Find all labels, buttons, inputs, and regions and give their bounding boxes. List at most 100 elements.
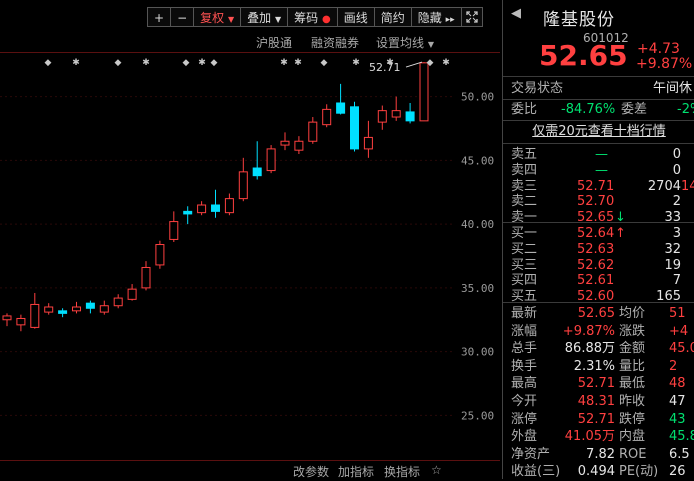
candle-body [58,310,68,314]
candle-body [44,306,54,313]
event-star-icon: ✱ [280,58,288,68]
stat-row: 净资产 7.82 ROE 6.5 [503,446,694,464]
y-tick-label: 50.00 [461,91,494,104]
candle-body [113,297,123,307]
stat-label: 涨跌 [619,323,646,339]
level2-upsell-link[interactable]: 仅需20元查看十档行情 [503,123,694,141]
weicha-value: -2% [677,102,694,117]
stat-value: 7.82 [586,446,615,462]
candle-body [169,221,179,240]
stat-value: 45.8 [669,429,694,445]
trade-status-row: 交易状态 午间休 [503,80,694,98]
stat-value: 41.05万 [564,429,615,445]
stat-value: 52.71 [577,411,615,427]
stat-label: 净资产 [511,446,551,462]
candle-body [72,306,81,312]
weibi-label: 委比 [511,102,538,117]
stat-label: PE(动) [619,464,659,480]
stat-label: 涨幅 [511,323,538,339]
bid-volume: 165 [656,289,681,305]
event-diamond-icon: ◆ [45,58,52,68]
candle-body [197,204,207,214]
candle-body [211,204,220,212]
divider [503,143,694,144]
candle-body [419,62,429,122]
divider [503,76,694,77]
trade-status-value: 午间休 [653,81,693,96]
stat-value: 47 [669,394,686,409]
switch-indicator-button[interactable]: 换指标 [384,463,420,480]
stat-row: 收益(三) 0.494 PE(动) 26 [503,463,694,481]
candle-body [377,110,387,123]
candle-body [16,317,26,326]
candle-body [99,305,109,313]
candle-body [30,303,40,328]
weibi-value: -84.76% [561,102,616,117]
stat-value: 52.71 [577,376,615,392]
favorite-icon[interactable]: ☆ [431,463,442,477]
candle-body [294,140,304,151]
candle-body [85,302,95,309]
kline-chart-area[interactable]: + − 复权 ▼ 叠加 ▼ 筹码 ● 画线 简约 隐藏 ▸▸ 沪股通 融资融券 … [0,0,500,479]
price-change: +4.73 [637,41,680,57]
event-diamond-icon: ◆ [211,58,218,68]
divider [503,302,694,303]
stat-label: 量比 [619,358,646,374]
event-star-icon: ✱ [352,58,360,68]
candle-body [155,244,165,266]
max-price-label: 52.71 [369,61,401,74]
weibi-row: 委比 -84.76% 委差 -2% [503,101,694,119]
stat-value: 51 [669,306,686,321]
price-change-pct: +9.87% [636,56,693,72]
candle-body [183,210,193,215]
event-star-icon: ✱ [72,58,80,68]
candle-body [280,140,290,146]
bid-price: 52.60 [577,289,615,305]
bid-row[interactable]: 买五 52.60 165 [503,288,694,306]
stat-value: 0.494 [577,464,615,480]
candle-body [350,106,359,150]
stat-label: 昨收 [619,394,646,409]
stat-label: 跌停 [619,411,646,427]
stat-row: 最新 52.65 均价 51 [503,305,694,323]
stat-row: 外盘 41.05万 内盘 45.8 [503,428,694,446]
stat-value: 86.88万 [564,341,615,357]
event-star-icon: ✱ [142,58,150,68]
stat-label: 收益(三) [511,464,561,480]
y-tick-label: 25.00 [461,409,494,422]
y-tick-label: 40.00 [461,218,494,231]
candle-body [141,266,151,289]
bid-level-label: 买五 [511,289,538,305]
candle-body [127,288,137,300]
edit-params-button[interactable]: 改参数 [293,463,329,480]
weicha-label: 委差 [621,102,648,117]
candle-body [252,167,262,177]
y-tick-label: 35.00 [461,282,494,295]
stat-row: 总手 86.88万 金额 45.0 [503,340,694,358]
stat-value: 48.31 [577,394,615,409]
divider [503,120,694,121]
stat-value: 2 [669,358,678,374]
stat-label: 外盘 [511,429,538,445]
stat-value: +4 [669,323,689,339]
stat-label: 换手 [511,358,538,374]
candle-body [266,148,276,172]
divider [503,222,694,223]
event-star-icon: ✱ [294,58,302,68]
y-tick-label: 30.00 [461,346,494,359]
trade-status-label: 交易状态 [511,81,564,96]
event-star-icon: ✱ [442,58,450,68]
candlestick-plot[interactable]: 50.00 45.00 40.00 35.00 30.00 25.00 52.71 ◆ ✱ ◆ ✱ ◆… [0,0,500,479]
stat-label: 最新 [511,306,538,321]
stat-label: 均价 [619,306,646,321]
divider [503,99,694,100]
stat-row: 今开 48.31 昨收 47 [503,393,694,411]
collapse-panel-icon[interactable]: ◀ [511,6,521,21]
stat-row: 涨停 52.71 跌停 43 [503,411,694,429]
candle-body [336,102,346,114]
stat-value: 48 [669,376,686,392]
candle-body [322,108,332,126]
event-diamond-icon: ◆ [427,58,434,68]
add-indicator-button[interactable]: 加指标 [338,463,374,480]
stat-row: 涨幅 +9.87% 涨跌 +4 [503,323,694,341]
